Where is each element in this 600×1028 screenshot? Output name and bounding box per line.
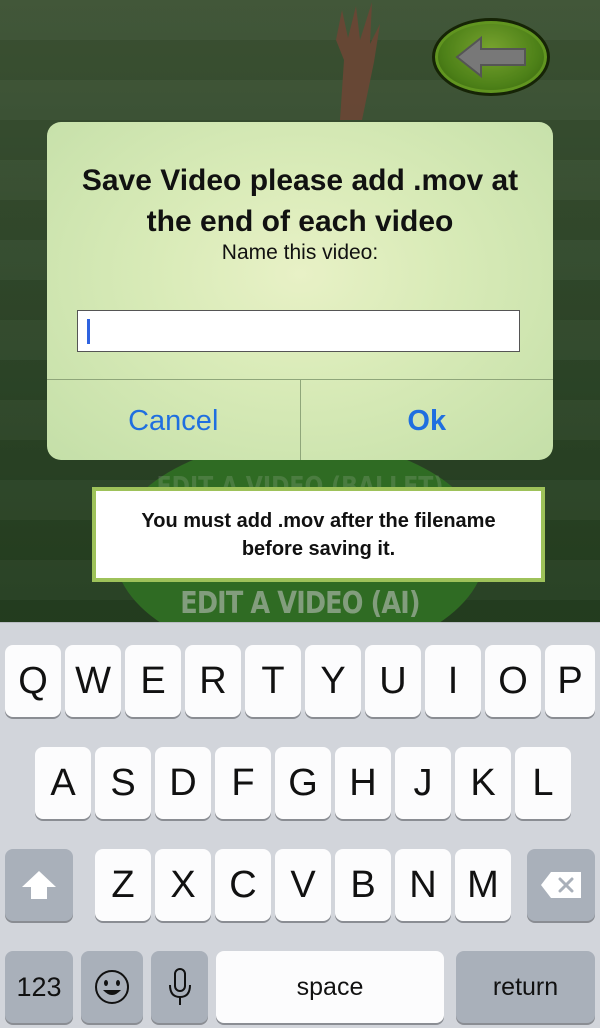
backspace-icon bbox=[541, 872, 581, 898]
key-x[interactable]: X bbox=[155, 849, 211, 921]
key-w[interactable]: W bbox=[65, 645, 121, 717]
key-v[interactable]: V bbox=[275, 849, 331, 921]
microphone-icon bbox=[168, 968, 191, 1005]
key-z[interactable]: Z bbox=[95, 849, 151, 921]
shift-arrow-icon bbox=[22, 871, 56, 899]
keyboard: Q W E R T Y U I O P A S D F G H J K L Z … bbox=[0, 622, 600, 1028]
key-d[interactable]: D bbox=[155, 747, 211, 819]
save-video-alert: Save Video please add .mov at the end of… bbox=[47, 122, 553, 460]
emoji-key[interactable] bbox=[81, 951, 143, 1023]
cancel-button[interactable]: Cancel bbox=[47, 380, 300, 460]
shift-key[interactable] bbox=[5, 849, 73, 921]
delete-key[interactable] bbox=[527, 849, 595, 921]
space-key[interactable]: space bbox=[216, 951, 444, 1023]
key-r[interactable]: R bbox=[185, 645, 241, 717]
return-key[interactable]: return bbox=[456, 951, 595, 1023]
key-q[interactable]: Q bbox=[5, 645, 61, 717]
video-name-input[interactable] bbox=[77, 310, 520, 352]
dictation-key[interactable] bbox=[151, 951, 208, 1023]
key-n[interactable]: N bbox=[395, 849, 451, 921]
ok-button[interactable]: Ok bbox=[299, 380, 554, 460]
key-i[interactable]: I bbox=[425, 645, 481, 717]
key-t[interactable]: T bbox=[245, 645, 301, 717]
toast-message: You must add .mov after the filename bef… bbox=[92, 487, 545, 582]
key-s[interactable]: S bbox=[95, 747, 151, 819]
key-p[interactable]: P bbox=[545, 645, 595, 717]
alert-message: Name this video: bbox=[221, 241, 379, 264]
key-c[interactable]: C bbox=[215, 849, 271, 921]
emoji-icon bbox=[95, 970, 129, 1004]
key-f[interactable]: F bbox=[215, 747, 271, 819]
alert-title: Save Video please add .mov at the end of… bbox=[81, 164, 519, 238]
key-j[interactable]: J bbox=[395, 747, 451, 819]
key-b[interactable]: B bbox=[335, 849, 391, 921]
numbers-key[interactable]: 123 bbox=[5, 951, 73, 1023]
key-o[interactable]: O bbox=[485, 645, 541, 717]
key-a[interactable]: A bbox=[35, 747, 91, 819]
key-g[interactable]: G bbox=[275, 747, 331, 819]
alert-button-row: Cancel Ok bbox=[47, 379, 553, 460]
key-u[interactable]: U bbox=[365, 645, 421, 717]
key-h[interactable]: H bbox=[335, 747, 391, 819]
text-caret bbox=[87, 319, 90, 344]
key-m[interactable]: M bbox=[455, 849, 511, 921]
key-l[interactable]: L bbox=[515, 747, 571, 819]
key-e[interactable]: E bbox=[125, 645, 181, 717]
key-y[interactable]: Y bbox=[305, 645, 361, 717]
key-k[interactable]: K bbox=[455, 747, 511, 819]
